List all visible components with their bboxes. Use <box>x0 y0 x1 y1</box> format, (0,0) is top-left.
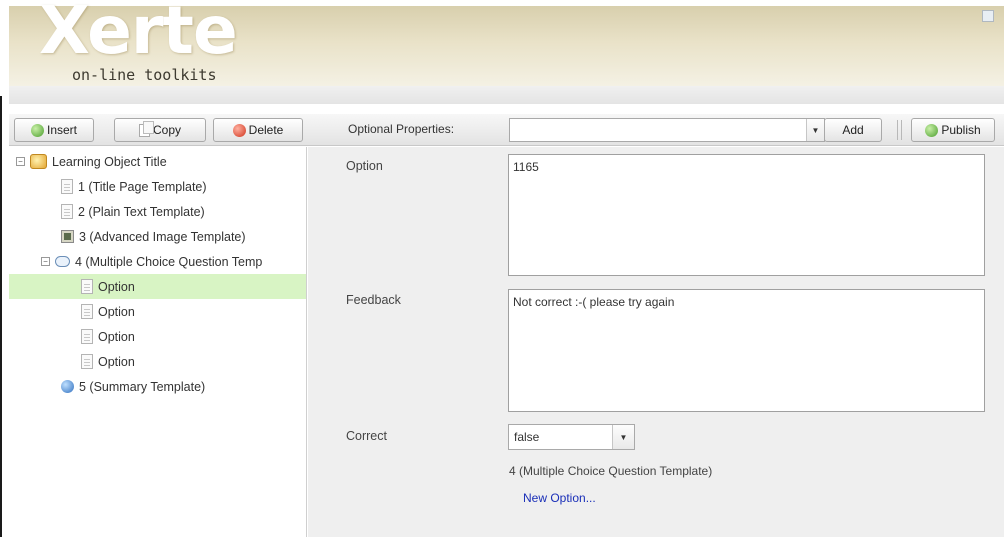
toolbar-separator <box>901 120 902 140</box>
insert-icon <box>30 123 44 137</box>
tree-item-label: Option <box>98 304 135 319</box>
app-header: Xerte on-line toolkits <box>9 0 1004 86</box>
chevron-down-icon[interactable]: ▼ <box>612 425 634 449</box>
tree-item-label: Option <box>98 329 135 344</box>
tree-item-label: Learning Object Title <box>52 154 167 169</box>
optional-properties-select[interactable]: ▼ <box>509 118 825 142</box>
publish-icon <box>925 123 939 137</box>
window-frame-edge <box>0 96 2 537</box>
page-icon <box>61 204 73 219</box>
tree-item-page-4[interactable]: − 4 (Multiple Choice Question Temp <box>41 249 262 274</box>
insert-button[interactable]: Insert <box>14 118 94 142</box>
tree-item-option-2[interactable]: Option <box>81 299 135 324</box>
tree-item-option-1[interactable]: Option <box>9 274 306 299</box>
tree-item-page-1[interactable]: 1 (Title Page Template) <box>61 174 207 199</box>
new-option-link[interactable]: New Option... <box>523 491 596 505</box>
copy-button[interactable]: Copy <box>114 118 206 142</box>
tree-item-page-2[interactable]: 2 (Plain Text Template) <box>61 199 205 224</box>
feedback-textarea[interactable]: Not correct :-( please try again <box>508 289 985 412</box>
tree-item-page-3[interactable]: 3 (Advanced Image Template) <box>61 224 246 249</box>
content-tree: − Learning Object Title 1 (Title Page Te… <box>9 147 307 537</box>
collapse-icon[interactable]: − <box>16 157 25 166</box>
copy-icon <box>138 120 154 137</box>
tree-item-label: Option <box>98 279 135 294</box>
publish-button[interactable]: Publish <box>911 118 995 142</box>
chevron-down-icon[interactable]: ▼ <box>806 119 824 141</box>
tree-item-label: 5 (Summary Template) <box>79 379 206 394</box>
toolbar: Insert Copy Delete Optional Properties: … <box>9 114 1004 146</box>
collapse-icon[interactable]: − <box>41 257 50 266</box>
correct-label: Correct <box>346 429 387 443</box>
delete-button-label: Delete <box>248 123 284 137</box>
tree-item-label: 4 (Multiple Choice Question Temp <box>75 254 263 269</box>
optional-properties-label: Optional Properties: <box>348 122 455 136</box>
option-textarea[interactable]: 1165 <box>508 154 985 276</box>
current-page-path: 4 (Multiple Choice Question Template) <box>509 464 713 478</box>
page-icon <box>81 329 93 344</box>
header-divider <box>9 86 1004 104</box>
tree-item-label: 3 (Advanced Image Template) <box>79 229 246 244</box>
insert-button-label: Insert <box>46 123 77 137</box>
toolbar-separator <box>897 120 898 140</box>
tree-item-label: 2 (Plain Text Template) <box>78 204 205 219</box>
add-button-label: Add <box>842 123 864 137</box>
page-icon <box>81 354 93 369</box>
tree-item-label: Option <box>98 354 135 369</box>
logo-subtitle: on-line toolkits <box>72 66 217 84</box>
tree-item-root[interactable]: − Learning Object Title <box>16 149 167 174</box>
tree-item-label: 1 (Title Page Template) <box>78 179 207 194</box>
publish-button-label: Publish <box>941 123 981 137</box>
folder-icon <box>30 154 47 169</box>
image-icon <box>61 230 74 243</box>
page-icon <box>61 179 73 194</box>
feedback-label: Feedback <box>346 293 401 307</box>
delete-button[interactable]: Delete <box>213 118 303 142</box>
correct-select-value: false <box>514 430 540 444</box>
add-property-button[interactable]: Add <box>824 118 882 142</box>
page-icon <box>81 304 93 319</box>
tree-item-page-5[interactable]: 5 (Summary Template) <box>61 374 205 399</box>
tree-item-option-4[interactable]: Option <box>81 349 135 374</box>
broken-image-icon <box>982 10 994 22</box>
option-label: Option <box>346 159 383 173</box>
xerte-logo: Xerte <box>39 0 238 69</box>
page-icon <box>81 279 93 294</box>
tree-item-option-3[interactable]: Option <box>81 324 135 349</box>
properties-panel: Option 1165 Feedback Not correct :-( ple… <box>308 147 1004 537</box>
speech-bubble-icon <box>55 256 70 267</box>
copy-button-label: Copy <box>152 123 181 137</box>
summary-icon <box>61 380 74 393</box>
delete-icon <box>232 123 246 137</box>
correct-select[interactable]: false ▼ <box>508 424 635 450</box>
